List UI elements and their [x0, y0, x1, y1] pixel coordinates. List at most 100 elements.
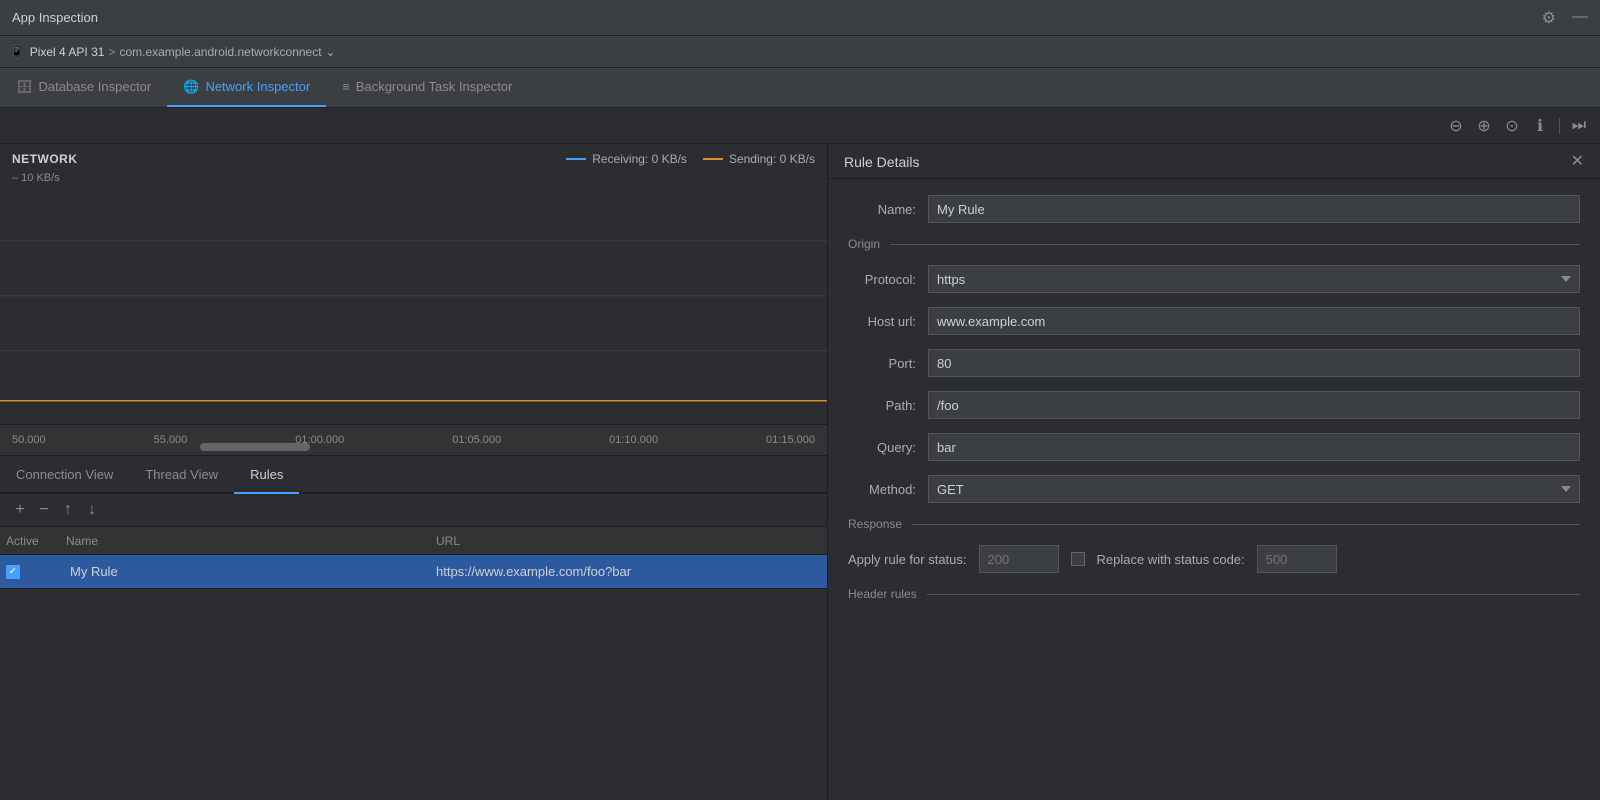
table-row[interactable]: My Rule https://www.example.com/foo?bar	[0, 555, 827, 589]
col-header-name: Name	[66, 534, 436, 548]
close-button[interactable]: ✕	[1571, 154, 1584, 170]
path-row: Path:	[848, 391, 1580, 419]
network-tab-label: Network Inspector	[205, 79, 310, 94]
info-button[interactable]: ℹ	[1529, 115, 1551, 137]
timeline-label-0: 50.000	[12, 434, 46, 446]
path-input[interactable]	[928, 391, 1580, 419]
skip-button[interactable]: ⏭	[1568, 115, 1590, 137]
network-header: NETWORK Receiving: 0 KB/s Sending: 0 KB/…	[0, 144, 827, 170]
main-content: NETWORK Receiving: 0 KB/s Sending: 0 KB/…	[0, 144, 1600, 800]
minimize-icon[interactable]: —	[1572, 8, 1588, 28]
method-row: Method: GET POST PUT DELETE PATCH	[848, 475, 1580, 503]
package-name: com.example.android.networkconnect	[119, 45, 321, 59]
timeline-label-5: 01:15.000	[766, 434, 815, 446]
protocol-row: Protocol: https http any	[848, 265, 1580, 293]
sub-tab-bar: Connection View Thread View Rules	[0, 456, 827, 494]
title-bar: App Inspection ⚙ —	[0, 0, 1600, 36]
background-tab-icon: ≡	[342, 79, 350, 94]
remove-rule-button[interactable]: −	[34, 500, 54, 520]
timeline-labels: 50.000 55.000 01:00.000 01:05.000 01:10.…	[12, 434, 815, 446]
rule-checkbox[interactable]	[6, 565, 20, 579]
rules-tab-label: Rules	[250, 467, 283, 482]
rules-table: Active Name URL My Rule https://www.exam…	[0, 527, 827, 800]
query-input[interactable]	[928, 433, 1580, 461]
replace-label: Replace with status code:	[1097, 552, 1245, 567]
database-tab-icon: 🗄	[16, 79, 33, 95]
name-label: Name:	[848, 202, 928, 217]
sub-tab-thread[interactable]: Thread View	[129, 456, 234, 494]
timeline-label-3: 01:05.000	[452, 434, 501, 446]
device-icon: 📱	[10, 45, 24, 58]
toolbar-divider	[1559, 118, 1560, 134]
dropdown-icon[interactable]: ⌄	[326, 45, 336, 59]
timeline-label-4: 01:10.000	[609, 434, 658, 446]
host-url-label: Host url:	[848, 314, 928, 329]
add-rule-button[interactable]: +	[10, 500, 30, 520]
query-label: Query:	[848, 440, 928, 455]
rule-details-title: Rule Details	[844, 154, 919, 170]
left-panel: NETWORK Receiving: 0 KB/s Sending: 0 KB/…	[0, 144, 828, 800]
col-header-active: Active	[6, 534, 66, 548]
reset-button[interactable]: ⊙	[1501, 115, 1523, 137]
rule-details-body: Name: Origin Protocol: https http any Ho…	[828, 179, 1600, 800]
network-legend: Receiving: 0 KB/s Sending: 0 KB/s	[566, 152, 815, 166]
timeline-label-1: 55.000	[154, 434, 188, 446]
rule-details-header: Rule Details ✕	[828, 144, 1600, 179]
method-select[interactable]: GET POST PUT DELETE PATCH	[928, 475, 1580, 503]
header-rules-divider: Header rules	[848, 587, 1580, 601]
timeline-scrollbar[interactable]	[200, 443, 310, 451]
response-divider: Response	[848, 517, 1580, 531]
receiving-label: Receiving: 0 KB/s	[592, 152, 687, 166]
device-arrow: >	[108, 45, 115, 59]
device-name: Pixel 4 API 31	[30, 45, 105, 59]
query-row: Query:	[848, 433, 1580, 461]
path-label: Path:	[848, 398, 928, 413]
receiving-line	[566, 158, 586, 160]
zoom-out-button[interactable]: ⊖	[1445, 115, 1467, 137]
apply-rule-input[interactable]	[979, 545, 1059, 573]
move-down-button[interactable]: ↓	[82, 500, 102, 520]
method-label: Method:	[848, 482, 928, 497]
protocol-select[interactable]: https http any	[928, 265, 1580, 293]
rule-name-cell: My Rule	[66, 564, 436, 579]
zoom-in-button[interactable]: ⊕	[1473, 115, 1495, 137]
protocol-label: Protocol:	[848, 272, 928, 287]
toolbar: ⊖ ⊕ ⊙ ℹ ⏭	[0, 108, 1600, 144]
replace-checkbox[interactable]	[1071, 552, 1085, 566]
connection-tab-label: Connection View	[16, 467, 113, 482]
response-divider-line	[912, 524, 1580, 525]
name-input[interactable]	[928, 195, 1580, 223]
network-scale: – 10 KB/s	[0, 170, 827, 186]
header-rules-label: Header rules	[848, 587, 917, 601]
origin-label: Origin	[848, 237, 880, 251]
replace-input[interactable]	[1257, 545, 1337, 573]
tab-background[interactable]: ≡ Background Task Inspector	[326, 68, 528, 107]
thread-tab-label: Thread View	[145, 467, 218, 482]
response-status-row: Apply rule for status: Replace with stat…	[848, 545, 1580, 573]
sending-label: Sending: 0 KB/s	[729, 152, 815, 166]
sub-tab-connection[interactable]: Connection View	[0, 456, 129, 494]
rules-table-header: Active Name URL	[0, 527, 827, 555]
origin-divider: Origin	[848, 237, 1580, 251]
sending-line	[703, 158, 723, 160]
sub-tab-rules[interactable]: Rules	[234, 456, 299, 494]
database-tab-label: Database Inspector	[39, 79, 152, 94]
tab-database[interactable]: 🗄 Database Inspector	[0, 68, 167, 107]
settings-icon[interactable]: ⚙	[1542, 8, 1556, 28]
host-url-row: Host url:	[848, 307, 1580, 335]
host-url-input[interactable]	[928, 307, 1580, 335]
name-row: Name:	[848, 195, 1580, 223]
port-input[interactable]	[928, 349, 1580, 377]
move-up-button[interactable]: ↑	[58, 500, 78, 520]
rules-toolbar: + − ↑ ↓	[0, 494, 827, 527]
tab-network[interactable]: 🌐 Network Inspector	[167, 68, 326, 107]
rule-url-cell: https://www.example.com/foo?bar	[436, 564, 821, 579]
app-title: App Inspection	[12, 10, 98, 25]
header-rules-divider-line	[927, 594, 1580, 595]
col-header-url: URL	[436, 534, 821, 548]
right-panel: Rule Details ✕ Name: Origin Protocol: ht…	[828, 144, 1600, 800]
network-title: NETWORK	[12, 152, 78, 166]
port-row: Port:	[848, 349, 1580, 377]
background-tab-label: Background Task Inspector	[356, 79, 513, 94]
origin-divider-line	[890, 244, 1580, 245]
